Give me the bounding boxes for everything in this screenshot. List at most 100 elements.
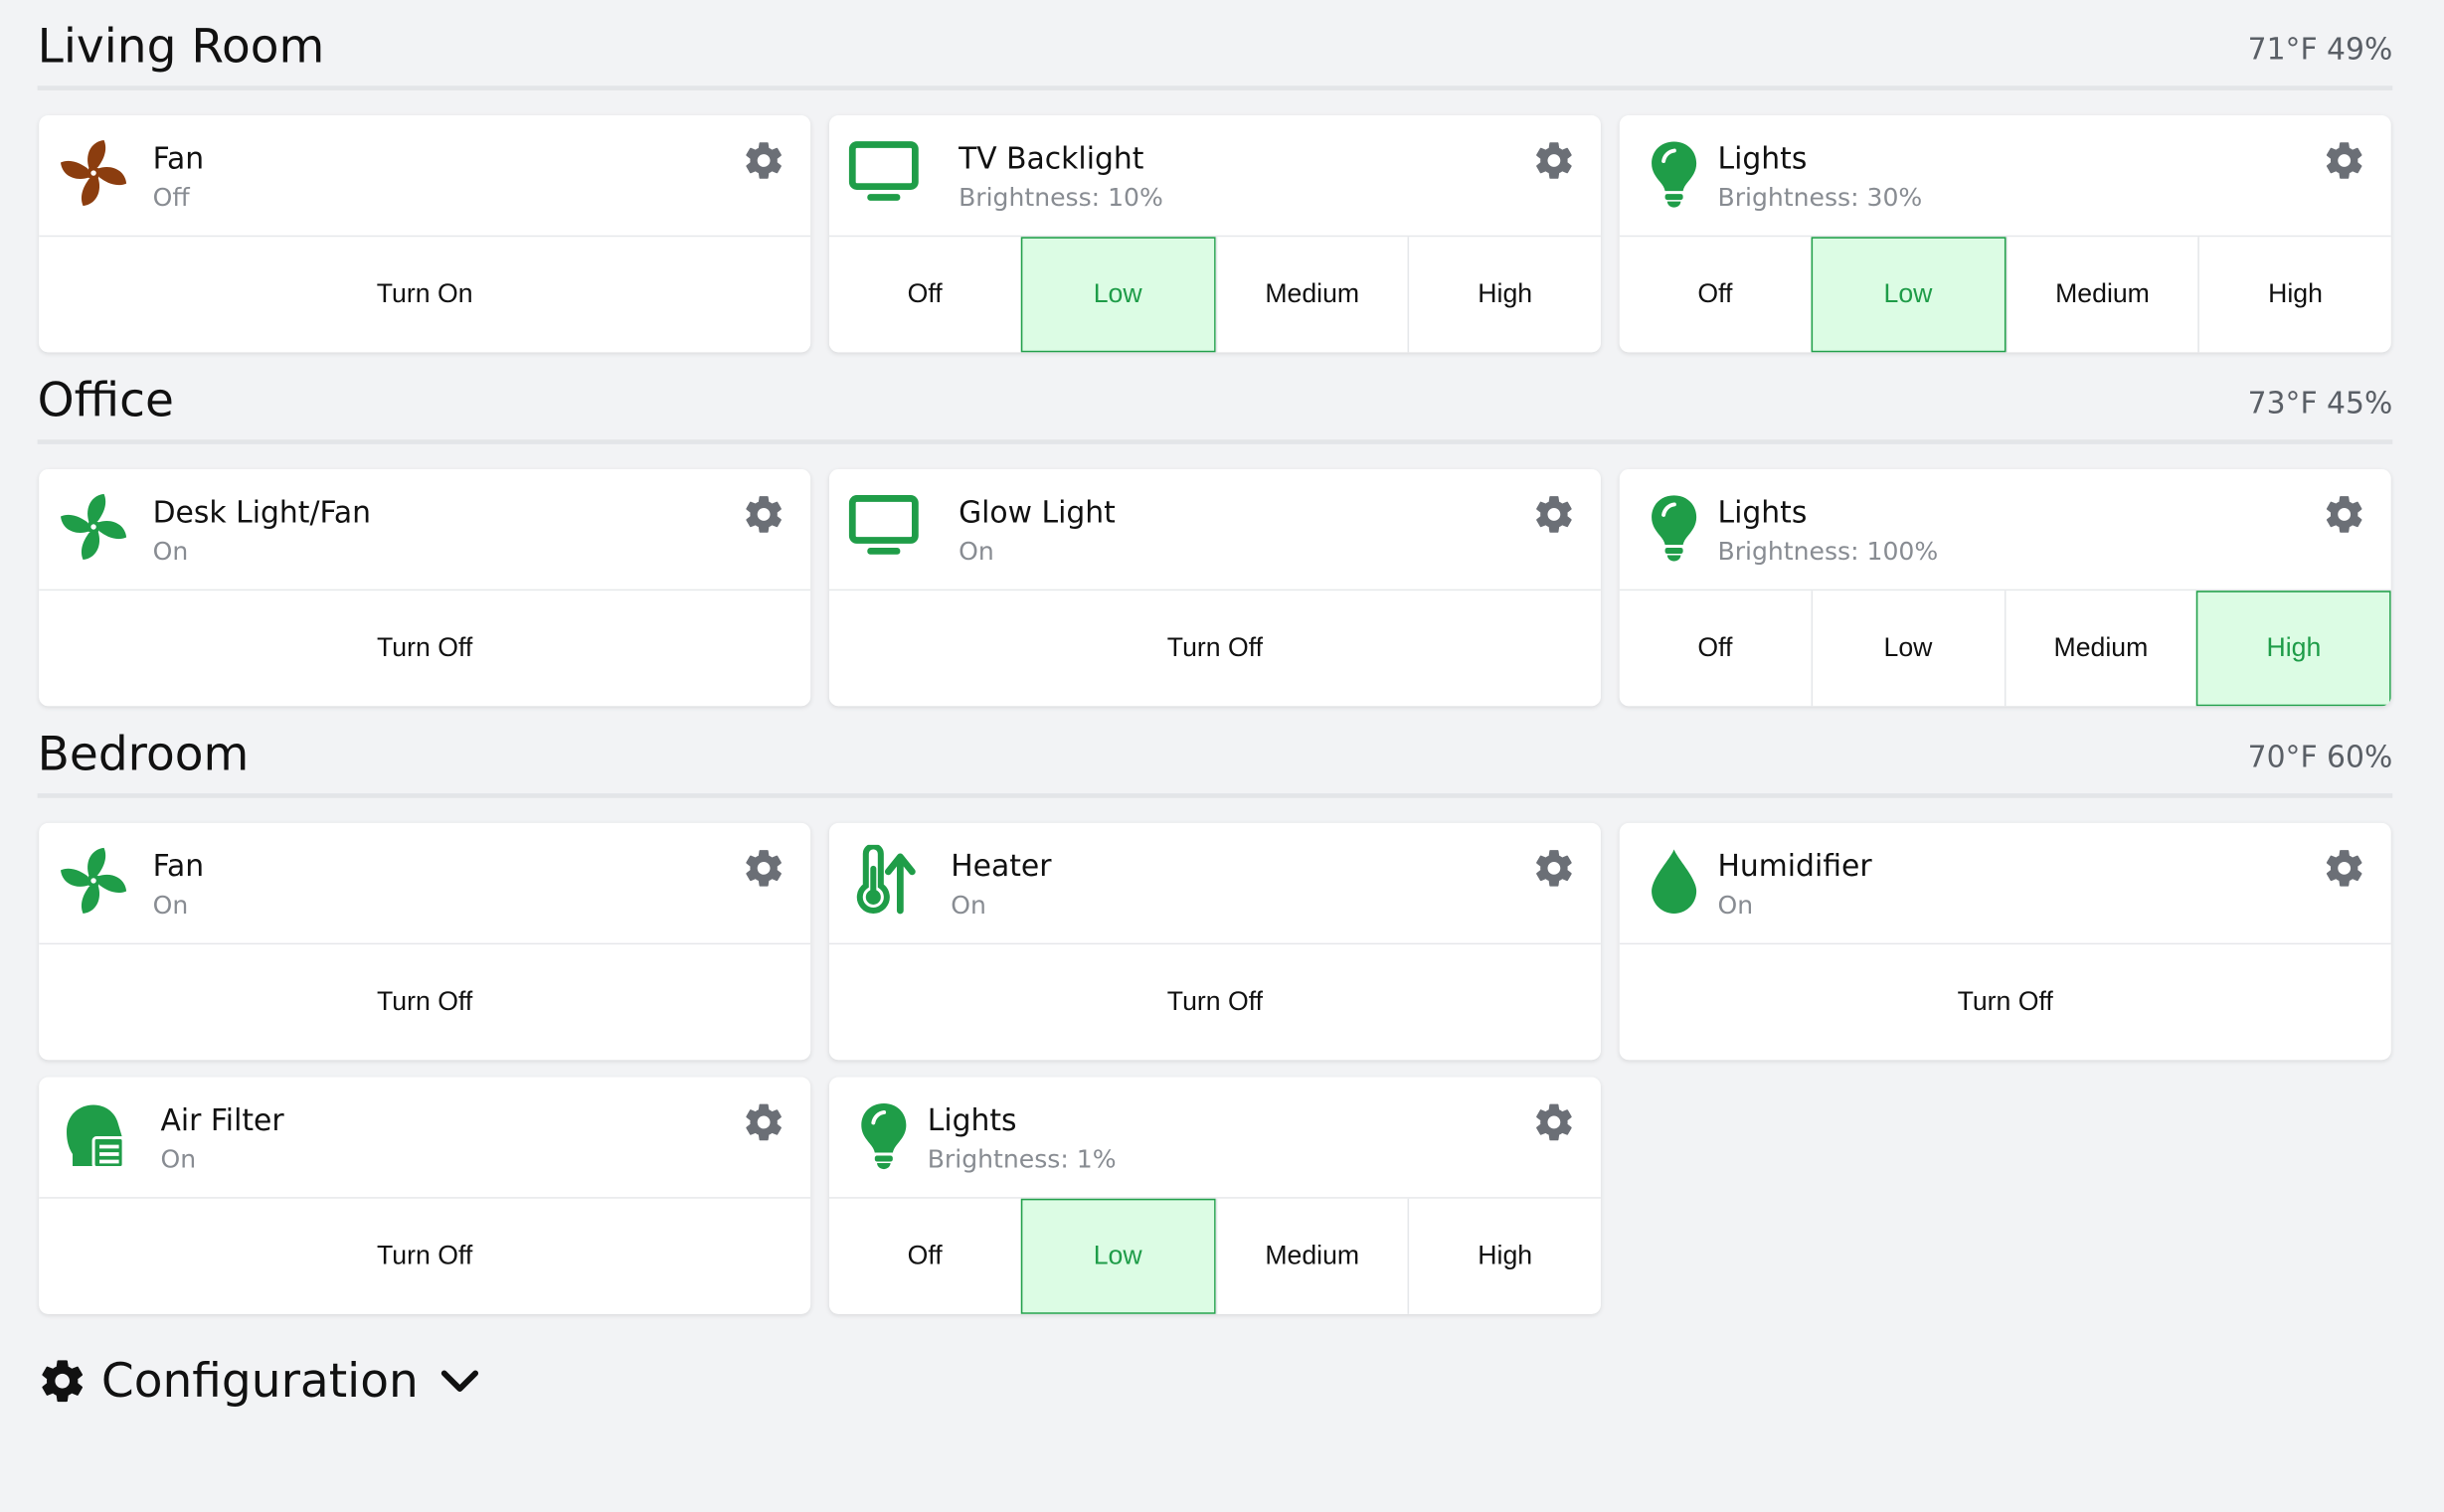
device-status: On xyxy=(152,536,189,567)
low-button[interactable]: Low xyxy=(1020,1198,1215,1314)
off-button[interactable]: Off xyxy=(828,237,1021,353)
gear-icon[interactable] xyxy=(1532,846,1576,890)
device-header: Desk Light/Fan On xyxy=(39,469,811,591)
configuration-toggle[interactable]: Configuration xyxy=(38,1350,484,1413)
turn-off-button[interactable]: Turn Off xyxy=(39,590,811,707)
device-status: On xyxy=(160,1143,197,1174)
lightbulb-icon xyxy=(1639,491,1710,563)
device-actions: Turn Off xyxy=(39,944,811,1061)
device-card-living-room-fan: Fan Off Turn On xyxy=(39,115,811,353)
device-status: On xyxy=(951,890,986,921)
device-status: Brightness: 100% xyxy=(1717,536,1939,567)
device-actions: Turn Off xyxy=(1619,944,2391,1061)
dashboard-content: Configuration Living Room 71°F 49% Fan Off… xyxy=(0,0,2444,1512)
device-actions: Off Low Medium High xyxy=(1619,590,2391,707)
off-button[interactable]: Off xyxy=(828,1198,1021,1314)
gear-icon xyxy=(38,1356,87,1406)
device-actions: Turn Off xyxy=(39,590,811,707)
device-card-bedroom-humidifier: Humidifier On Turn Off xyxy=(1619,822,2391,1061)
device-name: Air Filter xyxy=(160,1103,284,1138)
off-button[interactable]: Off xyxy=(1619,237,1812,353)
gear-icon[interactable] xyxy=(742,846,786,890)
thermometer-up-icon xyxy=(848,844,920,917)
device-name: Glow Light xyxy=(959,495,1116,531)
chevron-down-icon xyxy=(437,1358,484,1405)
gear-icon[interactable] xyxy=(1532,492,1576,536)
device-name: TV Backlight xyxy=(959,141,1144,177)
device-status: Brightness: 10% xyxy=(959,182,1163,213)
device-actions: Turn Off xyxy=(39,1198,811,1314)
room-temperature-humidity: 71°F 49% xyxy=(2247,32,2393,68)
turn-off-button[interactable]: Turn Off xyxy=(39,1198,811,1314)
device-name: Fan xyxy=(152,849,205,885)
turn-on-button[interactable]: Turn On xyxy=(39,237,811,353)
device-status: On xyxy=(959,536,994,567)
configuration-label: Configuration xyxy=(100,1353,419,1409)
gear-icon[interactable] xyxy=(1532,139,1576,183)
high-button[interactable]: High xyxy=(1407,1198,1601,1314)
device-header: TV Backlight Brightness: 10% xyxy=(828,115,1601,238)
device-status: Brightness: 30% xyxy=(1717,182,1923,213)
off-button[interactable]: Off xyxy=(1619,590,1812,707)
monitor-icon xyxy=(848,491,920,563)
room-header-bedroom: Bedroom 70°F 60% xyxy=(37,728,2393,798)
room-title: Bedroom xyxy=(37,728,250,783)
room-title: Living Room xyxy=(37,20,325,76)
device-name: Lights xyxy=(927,1103,1017,1138)
device-status: On xyxy=(152,890,189,921)
device-name: Lights xyxy=(1717,495,1808,531)
device-card-living-room-tv-backlight: TV Backlight Brightness: 10% Off Low Medium H… xyxy=(828,115,1601,353)
device-card-bedroom-fan: Fan On Turn Off xyxy=(39,822,811,1061)
fan-icon xyxy=(58,491,129,563)
smart-home-dashboard: Configuration Living Room 71°F 49% Fan Off… xyxy=(0,0,2444,1512)
low-button[interactable]: Low xyxy=(1020,237,1215,353)
medium-button[interactable]: Medium xyxy=(1214,237,1408,353)
device-header: Lights Brightness: 100% xyxy=(1619,469,2391,591)
room-header-living-room: Living Room 71°F 49% xyxy=(37,20,2393,90)
device-header: Humidifier On xyxy=(1619,823,2391,945)
device-card-bedroom-lights: Lights Brightness: 1% Off Low Medium High xyxy=(828,1077,1601,1314)
device-status: Brightness: 1% xyxy=(927,1143,1117,1174)
gear-icon[interactable] xyxy=(742,1100,786,1144)
device-card-office-lights: Lights Brightness: 100% Off Low Medium High xyxy=(1619,468,2391,707)
device-actions: Turn Off xyxy=(828,590,1601,707)
high-button[interactable]: High xyxy=(1407,237,1601,353)
high-button[interactable]: High xyxy=(2197,237,2391,353)
turn-off-button[interactable]: Turn Off xyxy=(828,590,1601,707)
gear-icon[interactable] xyxy=(2323,139,2366,183)
medium-button[interactable]: Medium xyxy=(2004,590,2197,707)
device-header: Fan Off xyxy=(39,115,811,238)
fan-icon xyxy=(58,137,129,209)
fan-icon xyxy=(58,845,129,917)
gear-icon[interactable] xyxy=(1532,1100,1576,1144)
gear-icon[interactable] xyxy=(2323,846,2366,890)
turn-off-button[interactable]: Turn Off xyxy=(1619,944,2391,1061)
device-name: Fan xyxy=(152,141,205,177)
lightbulb-icon xyxy=(1639,137,1710,209)
turn-off-button[interactable]: Turn Off xyxy=(828,944,1601,1061)
low-button[interactable]: Low xyxy=(1811,237,2006,353)
turn-off-button[interactable]: Turn Off xyxy=(39,944,811,1061)
room-title: Office xyxy=(37,374,174,429)
device-card-bedroom-air-filter: Air Filter On Turn Off xyxy=(39,1077,811,1314)
device-header: Air Filter On xyxy=(39,1077,811,1199)
medium-button[interactable]: Medium xyxy=(2005,237,2198,353)
gear-icon[interactable] xyxy=(742,139,786,183)
device-status: Off xyxy=(152,182,190,213)
device-actions: Off Low Medium High xyxy=(1619,237,2391,353)
gear-icon[interactable] xyxy=(2323,492,2366,536)
gear-icon[interactable] xyxy=(742,492,786,536)
device-card-living-room-lights: Lights Brightness: 30% Off Low Medium High xyxy=(1619,115,2391,353)
room-header-office: Office 73°F 45% xyxy=(37,374,2393,444)
medium-button[interactable]: Medium xyxy=(1214,1198,1408,1314)
low-button[interactable]: Low xyxy=(1811,590,2005,707)
device-name: Desk Light/Fan xyxy=(152,495,372,531)
device-card-office-glow-light: Glow Light On Turn Off xyxy=(828,468,1601,707)
device-header: Heater On xyxy=(828,823,1601,945)
room-temperature-humidity: 70°F 60% xyxy=(2247,740,2393,775)
device-name: Heater xyxy=(951,849,1052,885)
high-button[interactable]: High xyxy=(2196,590,2391,707)
device-status: On xyxy=(1717,890,1754,921)
lightbulb-icon xyxy=(848,1098,920,1170)
device-header: Lights Brightness: 30% xyxy=(1619,115,2391,238)
